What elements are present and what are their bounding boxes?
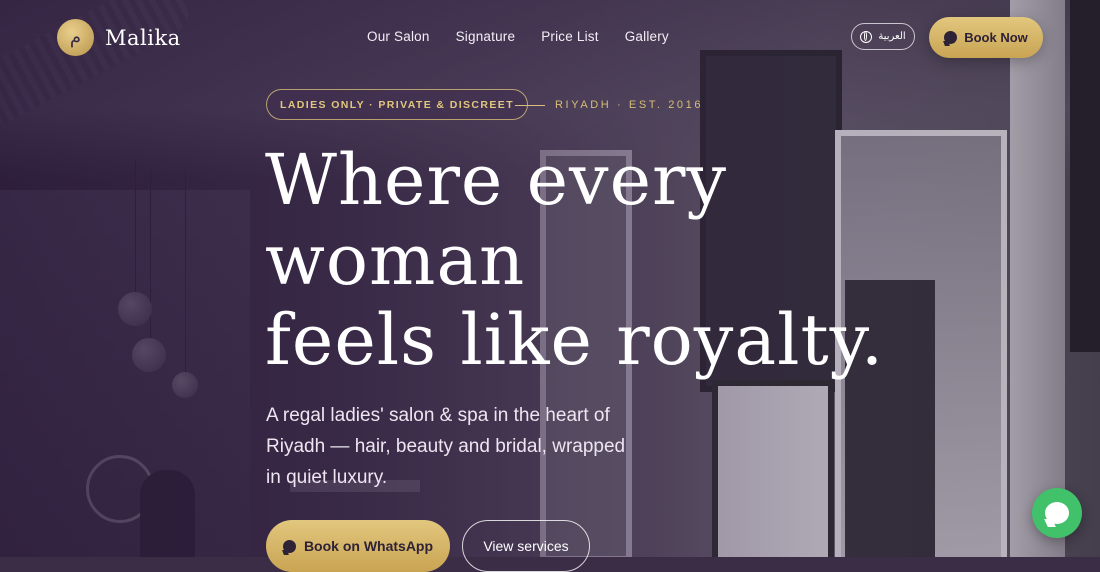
globe-icon — [860, 30, 873, 43]
chat-bubble-icon — [944, 31, 958, 44]
cta-primary-label: Book on WhatsApp — [303, 538, 434, 554]
language-label: العربية — [878, 31, 906, 42]
view-services-button[interactable]: View services — [462, 520, 590, 572]
hero-headline: Where every woman feels like royalty. — [265, 139, 885, 381]
book-now-label: Book Now — [964, 30, 1028, 45]
book-now-button[interactable]: Book Now — [929, 17, 1043, 58]
nav-link-price-list[interactable]: Price List — [541, 29, 599, 44]
tagline-text: RIYADH · EST. 2016 — [555, 99, 704, 111]
nav-link-our-salon[interactable]: Our Salon — [367, 29, 430, 44]
headline-line-3: feels like royalty. — [265, 299, 885, 381]
whatsapp-icon — [1045, 502, 1069, 524]
brand-logo[interactable]: م Malika — [57, 19, 181, 56]
hero-subtitle: A regal ladies' salon & spa in the heart… — [266, 405, 626, 488]
tagline-rule — [515, 104, 545, 106]
cta-secondary-label: View services — [483, 538, 569, 554]
site-header: م Malika Our Salon Signature Price List … — [0, 0, 1100, 76]
chat-bubble-icon — [282, 539, 296, 553]
headline-line-1: Where every — [265, 139, 728, 221]
monogram-badge: م — [57, 19, 94, 56]
nav-link-gallery[interactable]: Gallery — [625, 29, 669, 44]
ladies-only-badge: LADIES ONLY · PRIVATE & DISCREET — [266, 89, 529, 120]
brand-name: Malika — [105, 25, 181, 50]
nav-link-signature[interactable]: Signature — [456, 29, 516, 44]
language-switch-button[interactable]: العربية — [851, 23, 915, 50]
headline-line-2: woman — [265, 219, 526, 301]
book-on-whatsapp-button[interactable]: Book on WhatsApp — [266, 520, 450, 572]
whatsapp-floating-button[interactable] — [1032, 488, 1082, 538]
location-tagline: RIYADH · EST. 2016 — [515, 99, 703, 111]
main-nav: Our Salon Signature Price List Gallery — [367, 29, 669, 44]
